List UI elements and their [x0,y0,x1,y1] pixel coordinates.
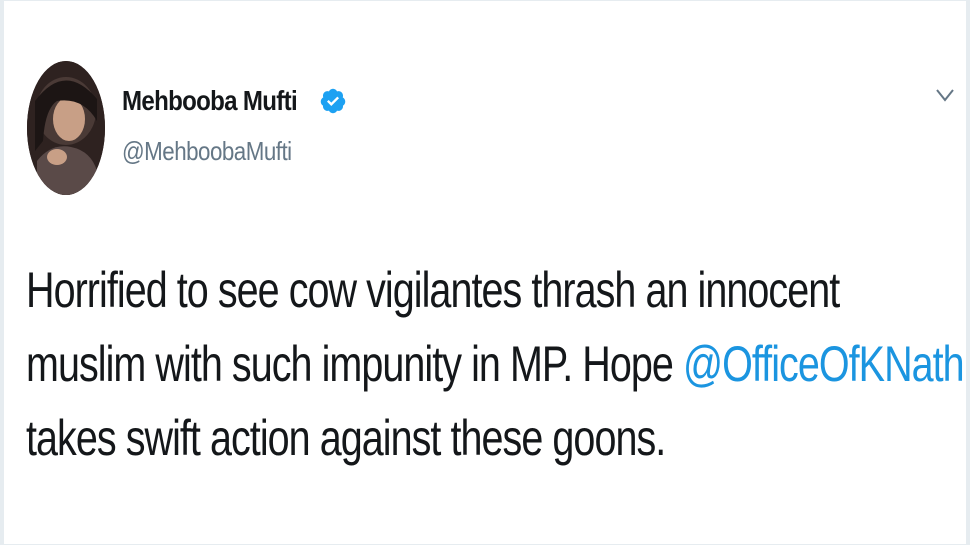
tweet-text: Horrified to see cow vigilantes thrash a… [26,253,965,475]
chevron-down-icon[interactable] [932,83,958,105]
avatar[interactable] [27,61,105,195]
verified-badge-icon [320,88,346,114]
author-name-row[interactable]: Mehbooba Mufti [122,81,346,121]
tweet-line-2-text: muslim with such impunity in MP. Hope [26,336,683,392]
author-handle[interactable]: @MehboobaMufti [122,136,292,167]
mention-link[interactable]: @OfficeOfKNath [683,336,965,392]
author-display-name[interactable]: Mehbooba Mufti [122,85,298,117]
tweet-line-2: muslim with such impunity in MP. Hope @O… [26,327,965,401]
tweet-card: Mehbooba Mufti @MehboobaMufti Horrified … [0,0,970,545]
avatar-image [27,61,105,195]
tweet-line-3: takes swift action against these goons. [26,410,666,466]
tweet-line-1: Horrified to see cow vigilantes thrash a… [26,262,840,318]
